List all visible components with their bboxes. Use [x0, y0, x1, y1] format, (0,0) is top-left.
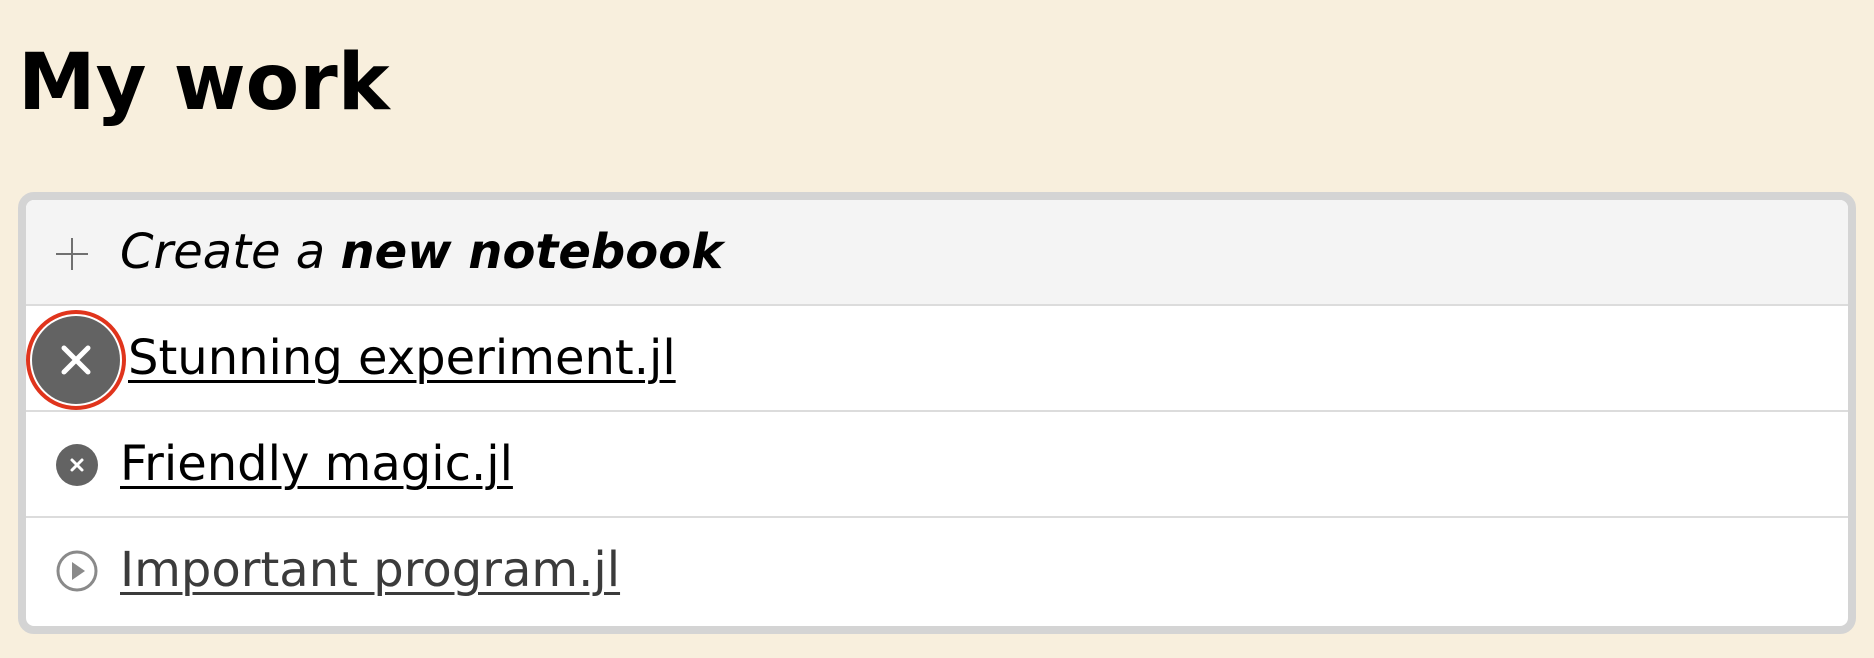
new-notebook-row[interactable]: Create a new notebook [26, 200, 1848, 305]
notebook-link[interactable]: Stunning experiment.jl [128, 330, 676, 386]
close-icon [61, 345, 91, 375]
notebook-list: Create a new notebook Stunning experimen… [18, 192, 1856, 634]
new-notebook-bold: new notebook [340, 224, 724, 280]
notebook-link[interactable]: Important program.jl [120, 542, 620, 598]
page-title: My work [18, 38, 390, 128]
play-circle-icon[interactable] [56, 550, 98, 592]
shutdown-button[interactable] [32, 316, 120, 404]
notebook-row: Important program.jl [26, 516, 1848, 622]
close-icon [70, 458, 84, 472]
plus-icon [56, 238, 88, 270]
notebook-link[interactable]: Friendly magic.jl [120, 436, 513, 492]
new-notebook-link[interactable]: Create a new notebook [120, 224, 723, 280]
shutdown-button[interactable] [56, 444, 98, 486]
notebook-row: Stunning experiment.jl [26, 304, 1848, 410]
notebook-row: Friendly magic.jl [26, 410, 1848, 516]
new-notebook-prefix: Create a [120, 224, 341, 280]
